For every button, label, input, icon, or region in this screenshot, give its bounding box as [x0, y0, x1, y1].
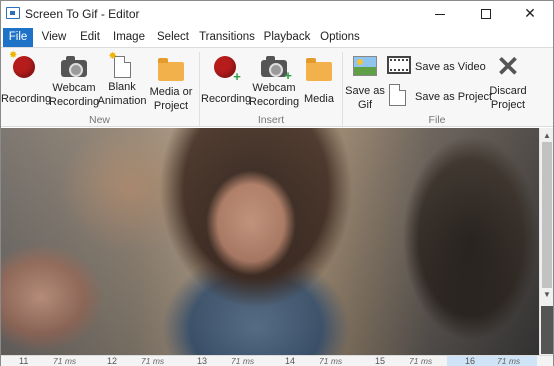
frame-delay: 71 ms [319, 356, 343, 366]
save-video-label: Save as Video [415, 61, 486, 73]
frame-item-selected[interactable]: 16 71 ms [447, 356, 537, 366]
insert-media-label: Media [304, 93, 334, 105]
tab-edit[interactable]: Edit [75, 28, 105, 47]
frame-preview-canvas[interactable] [1, 128, 539, 355]
close-icon: ✕ [524, 5, 536, 21]
frame-delay: 71 ms [231, 356, 255, 366]
insert-webcam-label-line2: Recording [249, 96, 300, 108]
frame-delay: 71 ms [409, 356, 433, 366]
save-as-gif-button[interactable]: Save as Gif [344, 56, 386, 112]
maximize-button[interactable] [463, 1, 509, 27]
menu-tabs: File View Edit Image Select Transitions … [1, 28, 553, 68]
scroll-up-arrow-icon[interactable]: ▲ [543, 131, 551, 140]
close-button[interactable]: ✕ [507, 1, 553, 27]
discard-project-button[interactable]: ✕ Discard Project [487, 51, 529, 112]
group-separator [199, 52, 200, 126]
save-gif-label-line2: Gif [357, 99, 373, 111]
maximize-icon [481, 9, 491, 20]
frame-number: 15 [375, 356, 386, 366]
insert-media-button[interactable]: Media [299, 56, 339, 106]
new-webcam-recording-button[interactable]: Webcam Recording [49, 56, 99, 109]
record-icon: + [214, 56, 241, 83]
new-webcam-label-line1: Webcam [52, 82, 96, 94]
tab-image[interactable]: Image [111, 28, 147, 47]
group-label-new: New [88, 114, 110, 126]
media-project-label-line2: Project [153, 100, 189, 112]
scroll-down-arrow-icon[interactable]: ▼ [543, 290, 551, 299]
insert-webcam-label-line1: Webcam [252, 82, 296, 94]
vertical-scrollbar[interactable]: ▲ ▼ [539, 128, 553, 355]
minimize-button[interactable] [417, 1, 463, 27]
sparkle-icon: ✸ [108, 51, 117, 62]
frame-delay: 71 ms [53, 356, 77, 366]
frame-item[interactable]: 13 71 ms [181, 356, 271, 366]
scrollbar-thumb[interactable] [542, 142, 552, 288]
frame-delay: 71 ms [497, 356, 521, 366]
plus-icon: + [233, 69, 241, 84]
frame-item[interactable]: 12 71 ms [91, 356, 181, 366]
title-bar[interactable]: Screen To Gif - Editor ✕ [1, 1, 553, 27]
frame-number: 13 [197, 356, 208, 366]
discard-label-line2: Project [490, 99, 526, 111]
save-as-video-button[interactable]: Save as Video [387, 56, 486, 80]
folder-icon [158, 58, 184, 81]
film-icon [387, 56, 411, 74]
tab-options[interactable]: Options [318, 28, 362, 47]
frame-number: 12 [107, 356, 118, 366]
frame-number: 16 [465, 356, 476, 366]
frame-number: 14 [285, 356, 296, 366]
window-title: Screen To Gif - Editor [25, 7, 140, 21]
frame-number: 11 [19, 356, 29, 366]
blank-animation-label-line1: Blank [108, 81, 136, 93]
discard-label-line1: Discard [489, 85, 527, 97]
ribbon: ✸ Recording Webcam Recording ✸ Blank Ani… [1, 47, 553, 127]
group-label-file: File [428, 114, 446, 126]
tab-file[interactable]: File [3, 28, 33, 47]
blank-animation-label-line2: Animation [97, 95, 147, 107]
image-icon [353, 56, 377, 76]
new-webcam-label-line2: Recording [49, 96, 100, 108]
tab-view[interactable]: View [39, 28, 69, 47]
save-gif-label-line1: Save as [345, 85, 385, 97]
frame-item[interactable]: 11 71 ms [1, 356, 91, 366]
editor-window: Screen To Gif - Editor ✕ File View Edit … [0, 0, 554, 366]
insert-recording-label: Recording [201, 93, 252, 105]
new-recording-label: Recording [1, 93, 52, 105]
insert-webcam-recording-button[interactable]: + Webcam Recording [249, 56, 299, 109]
frame-item[interactable]: 14 71 ms [271, 356, 359, 366]
folder-icon [306, 58, 332, 81]
tab-transitions[interactable]: Transitions [198, 28, 256, 47]
frame-thumbnail [541, 306, 553, 354]
webcam-icon: + [261, 56, 292, 82]
record-icon: ✸ [9, 51, 35, 78]
save-as-project-button[interactable]: Save as Project [387, 84, 492, 108]
webcam-icon [61, 56, 87, 77]
media-project-label-line1: Media or [149, 86, 193, 98]
discard-x-icon: ✕ [496, 51, 520, 82]
open-media-project-button[interactable]: Media or Project [147, 56, 195, 113]
project-file-icon [389, 84, 406, 106]
plus-icon: + [284, 68, 292, 83]
frame-item[interactable]: 15 71 ms [359, 356, 447, 366]
insert-recording-button[interactable]: + Recording [201, 56, 252, 106]
group-separator [342, 52, 343, 126]
minimize-icon [435, 13, 445, 15]
group-label-insert: Insert [257, 114, 285, 126]
tab-select[interactable]: Select [154, 28, 192, 47]
tab-playback[interactable]: Playback [262, 28, 312, 47]
save-project-label: Save as Project [415, 91, 493, 103]
blank-animation-button[interactable]: ✸ Blank Animation [97, 52, 147, 108]
new-recording-button[interactable]: ✸ Recording [1, 51, 52, 106]
blank-page-icon: ✸ [109, 52, 131, 78]
frame-strip: 11 71 ms 12 71 ms 13 71 ms 14 71 ms 15 7… [1, 355, 553, 366]
frame-delay: 71 ms [141, 356, 165, 366]
sparkle-icon: ✸ [9, 50, 18, 61]
app-icon [6, 7, 20, 19]
